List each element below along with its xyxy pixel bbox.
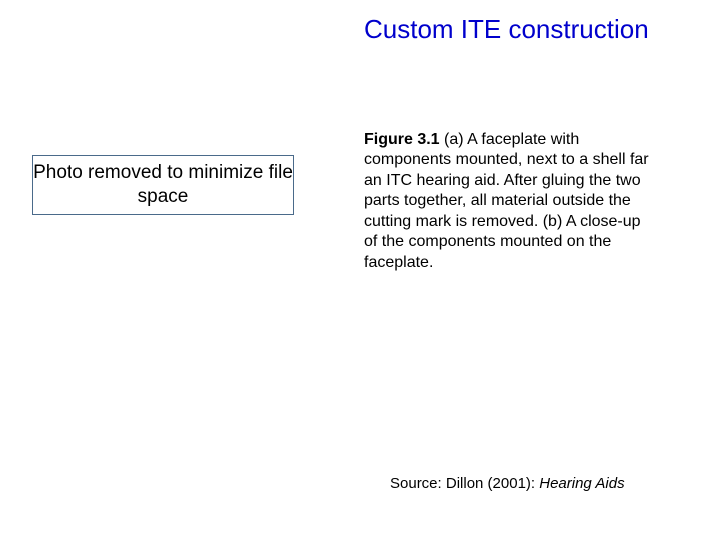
slide-title: Custom ITE construction (364, 14, 649, 45)
source-citation: Source: Dillon (2001): Hearing Aids (390, 475, 625, 492)
photo-placeholder-box: Photo removed to minimize file space (32, 155, 294, 215)
photo-placeholder-text: Photo removed to minimize file space (33, 161, 293, 209)
figure-caption: Figure 3.1 (a) A faceplate with componen… (364, 130, 652, 273)
figure-caption-label: Figure 3.1 (364, 131, 440, 148)
source-prefix: Source: Dillon (2001): (390, 475, 539, 492)
source-title: Hearing Aids (539, 475, 624, 492)
figure-caption-text: (a) A faceplate with components mounted,… (364, 131, 649, 271)
